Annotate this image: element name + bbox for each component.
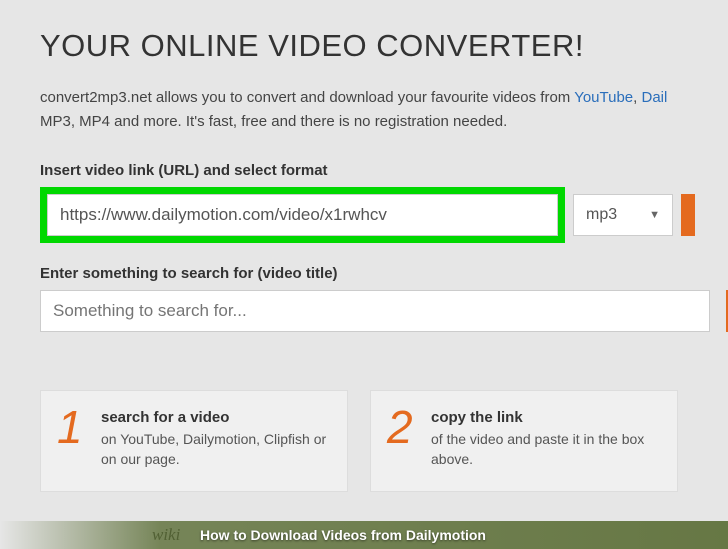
url-highlight (40, 187, 565, 243)
intro-part1: convert2mp3.net allows you to convert an… (40, 89, 574, 106)
convert-button[interactable] (681, 194, 695, 236)
step-card-2: 2 copy the link of the video and paste i… (370, 390, 678, 492)
step-number: 1 (57, 407, 89, 469)
url-row: mp3 ▼ (40, 187, 728, 243)
search-section: Enter something to search for (video tit… (40, 265, 728, 332)
format-value: mp3 (586, 206, 617, 224)
step-number: 2 (387, 407, 419, 469)
footer-bar: How to Download Videos from Dailymotion (0, 521, 728, 549)
page-root: YOUR ONLINE VIDEO CONVERTER! convert2mp3… (0, 0, 728, 549)
search-section-label: Enter something to search for (video tit… (40, 265, 728, 282)
steps-row: 1 search for a video on YouTube, Dailymo… (40, 390, 728, 492)
step-body: of the video and paste it in the box abo… (431, 430, 661, 469)
chevron-down-icon: ▼ (649, 209, 660, 221)
step-title: search for a video (101, 409, 331, 426)
step-card-1: 1 search for a video on YouTube, Dailymo… (40, 390, 348, 492)
page-headline: YOUR ONLINE VIDEO CONVERTER! (40, 28, 728, 64)
search-row (40, 290, 728, 332)
intro-part2: MP3, MP4 and more. It's fast, free and t… (40, 113, 507, 130)
link-dailymotion[interactable]: Dail (641, 89, 667, 106)
url-section-label: Insert video link (URL) and select forma… (40, 162, 728, 179)
step-title: copy the link (431, 409, 661, 426)
url-input[interactable] (47, 194, 558, 236)
format-select[interactable]: mp3 ▼ (573, 194, 673, 236)
link-youtube[interactable]: YouTube (574, 89, 633, 106)
search-input[interactable] (40, 290, 710, 332)
step-body: on YouTube, Dailymotion, Clipfish or on … (101, 430, 331, 469)
footer-title: How to Download Videos from Dailymotion (200, 527, 486, 543)
intro-text: convert2mp3.net allows you to convert an… (40, 86, 728, 134)
